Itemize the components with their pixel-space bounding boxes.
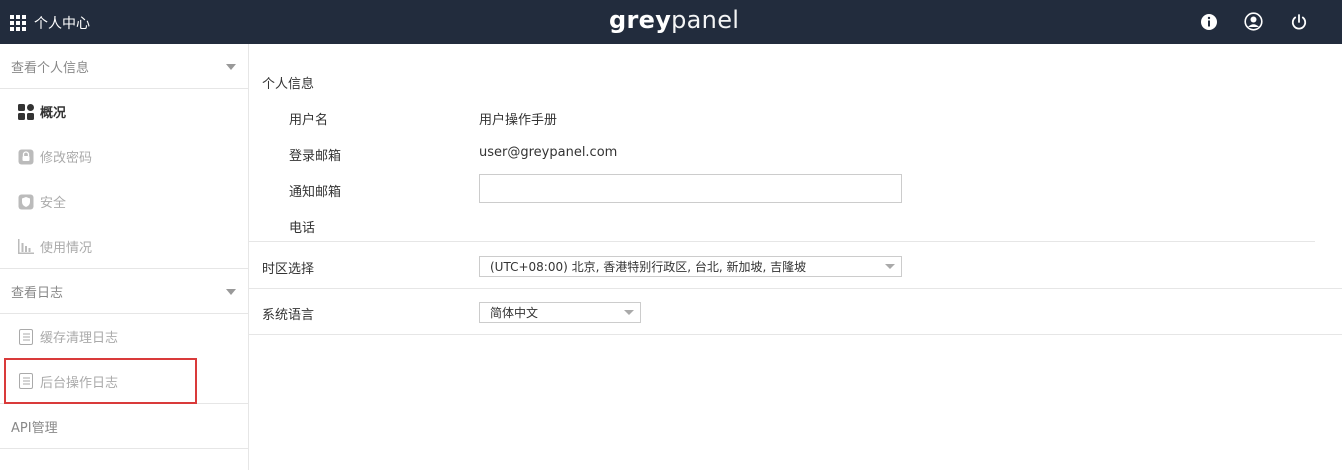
sidebar-group-logs[interactable]: 查看日志	[0, 269, 248, 314]
language-select[interactable]: 简体中文	[479, 302, 641, 323]
sidebar-item-usage[interactable]: 使用情况	[0, 224, 248, 269]
section-title-personal-info: 个人信息	[262, 77, 315, 92]
sidebar-item-cache-purge-log[interactable]: 缓存清理日志	[0, 314, 248, 359]
sidebar-item-label: 使用情况	[40, 240, 93, 256]
lock-icon	[18, 149, 34, 165]
sidebar-item-security[interactable]: 安全	[0, 179, 248, 224]
sidebar-item-label: 修改密码	[40, 151, 93, 166]
sidebar-group-label: 查看日志	[11, 285, 64, 301]
timezone-select[interactable]: (UTC+08:00) 北京, 香港特别行政区, 台北, 新加坡, 吉隆坡	[479, 256, 902, 277]
divider	[249, 241, 1315, 242]
chevron-down-icon	[885, 264, 895, 269]
sidebar-item-label: API管理	[11, 420, 58, 436]
sidebar-group-label: 查看个人信息	[11, 60, 90, 76]
sidebar-item-change-password[interactable]: 修改密码	[0, 134, 248, 179]
language-select-value: 简体中文	[490, 306, 539, 320]
app-menu-button[interactable]: 个人中心	[10, 13, 90, 33]
sidebar-item-label: 缓存清理日志	[40, 331, 119, 346]
power-icon[interactable]	[1289, 12, 1308, 31]
shield-icon	[18, 194, 34, 210]
timezone-select-value: (UTC+08:00) 北京, 香港特别行政区, 台北, 新加坡, 吉隆坡	[490, 260, 807, 274]
login-email-value: user@greypanel.com	[479, 145, 618, 160]
list-icon	[18, 328, 34, 345]
chevron-down-icon	[226, 289, 236, 295]
grid-menu-icon	[10, 15, 26, 31]
sidebar-item-backend-operation-log[interactable]: 后台操作日志	[0, 359, 248, 404]
login-email-label: 登录邮箱	[289, 149, 342, 164]
divider	[249, 334, 1342, 335]
sidebar: 查看个人信息 概况 修改密码 安全 使用情况 查看日志 缓存清理日志 后台操作日…	[0, 44, 249, 470]
phone-label: 电话	[289, 221, 316, 236]
main-content: 个人信息 用户名 用户操作手册 登录邮箱 user@greypanel.com …	[249, 44, 1342, 470]
top-bar: 个人中心 greypanel	[0, 0, 1342, 44]
sidebar-item-api-management[interactable]: API管理	[0, 404, 248, 449]
sidebar-item-overview[interactable]: 概况	[0, 89, 248, 134]
list-icon	[18, 373, 34, 389]
timezone-label: 时区选择	[262, 262, 315, 277]
notify-email-input[interactable]	[479, 174, 902, 203]
notify-email-label: 通知邮箱	[289, 185, 342, 200]
sidebar-item-label: 安全	[40, 196, 67, 211]
bar-chart-icon	[18, 238, 34, 254]
sidebar-group-profile[interactable]: 查看个人信息	[0, 44, 248, 89]
info-icon[interactable]	[1199, 12, 1218, 31]
chevron-down-icon	[226, 64, 236, 70]
greypanel-logo: greypanel	[609, 6, 740, 34]
dashboard-icon	[18, 103, 34, 120]
divider	[249, 288, 1342, 289]
username-value: 用户操作手册	[479, 113, 558, 128]
sidebar-item-label: 后台操作日志	[40, 375, 119, 391]
page-title: 个人中心	[34, 16, 90, 32]
username-label: 用户名	[289, 113, 329, 128]
user-icon[interactable]	[1244, 12, 1263, 31]
chevron-down-icon	[624, 310, 634, 315]
language-label: 系统语言	[262, 308, 315, 323]
sidebar-item-label: 概况	[40, 106, 67, 121]
